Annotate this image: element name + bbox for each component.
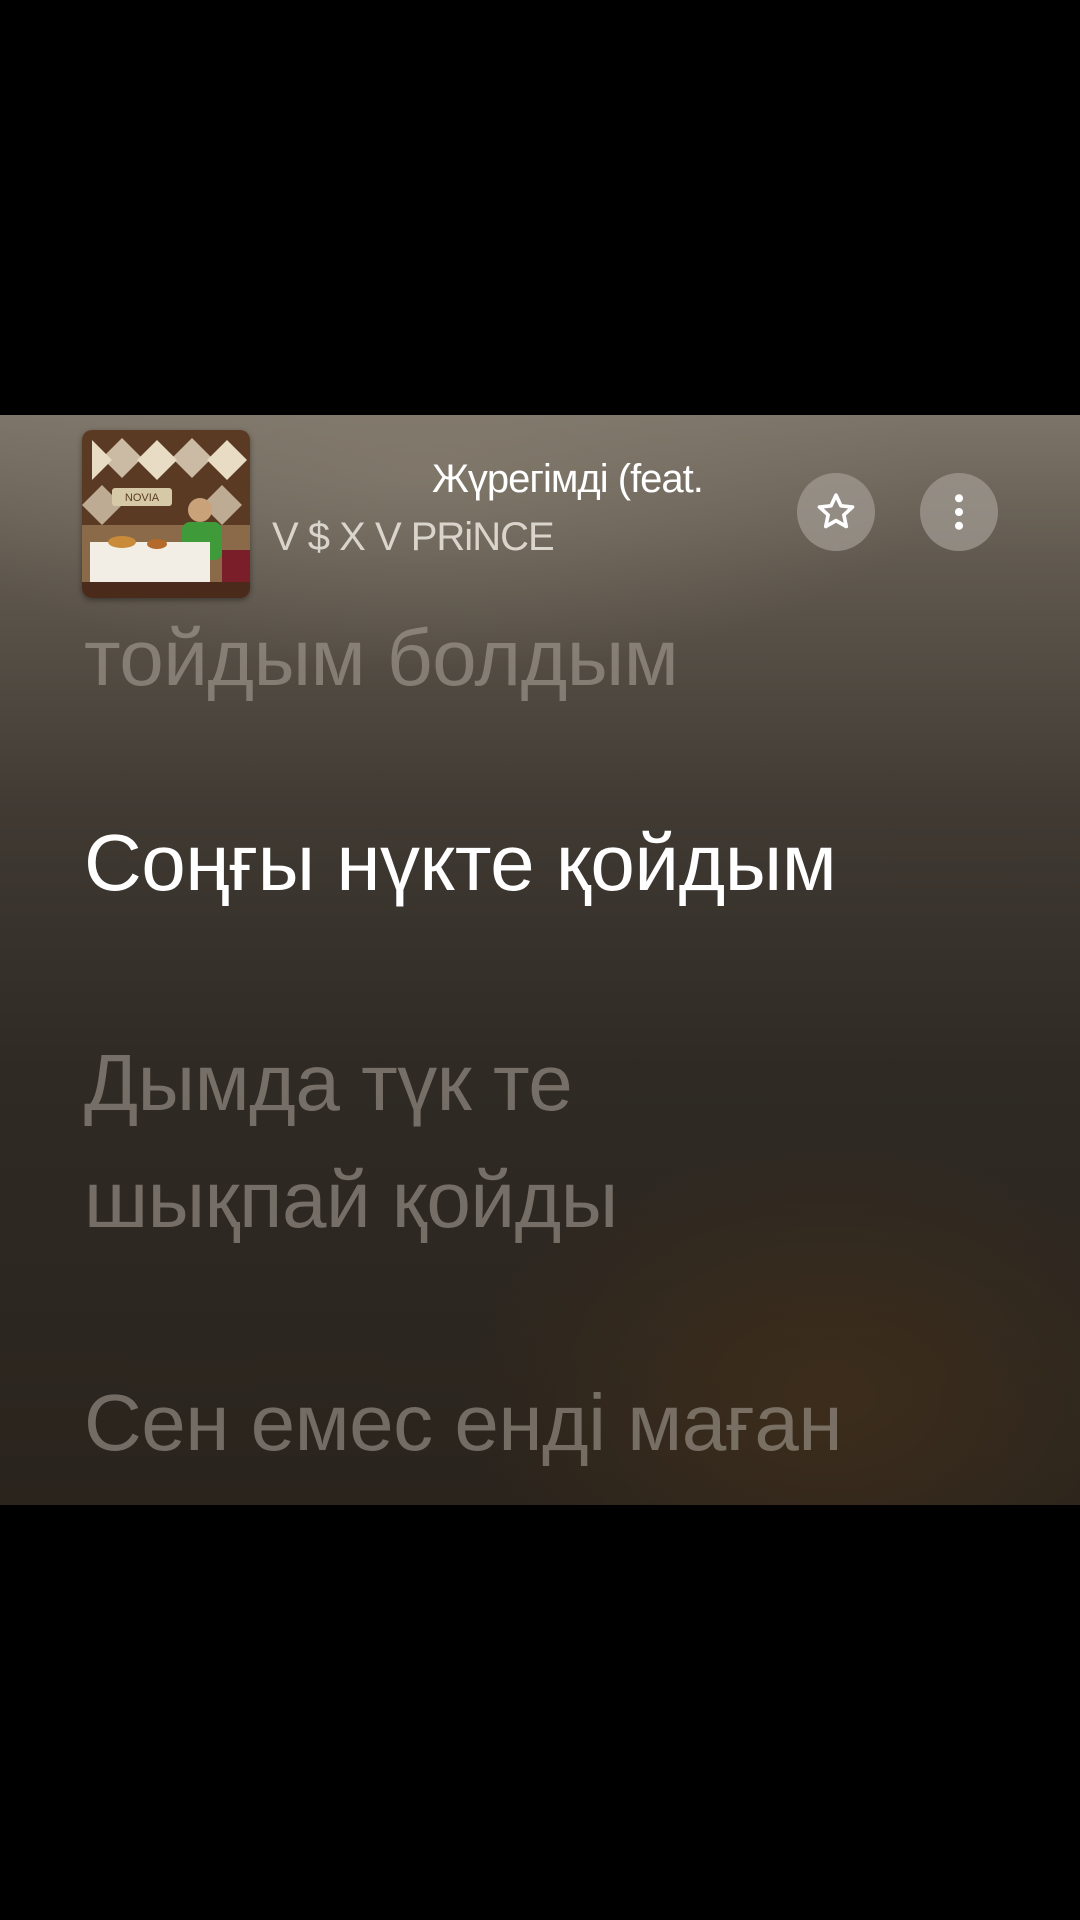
lyric-line-next-1[interactable]: Дымда түк те	[84, 1025, 573, 1141]
lyric-line-current[interactable]: Соңғы нүкте қойдым	[84, 805, 837, 921]
favorite-button[interactable]	[797, 473, 875, 551]
lyric-line-upcoming-2[interactable]: қиын	[84, 1481, 264, 1505]
artist-name[interactable]: V $ X V PRiNCE	[272, 515, 555, 560]
now-playing-header: NOVIA Жүрегімді (feat. V $ X V PRiNCE	[0, 415, 1080, 605]
song-title[interactable]: Жүрегімді (feat.	[432, 457, 704, 502]
lyric-line-previous[interactable]: тойдым болдым	[84, 600, 679, 716]
album-art-text: NOVIA	[125, 492, 160, 504]
lyrics-player: тойдым болдым Соңғы нүкте қойдым Дымда т…	[0, 415, 1080, 1505]
album-art-image: NOVIA	[82, 430, 250, 598]
album-art[interactable]: NOVIA	[82, 430, 250, 598]
lyric-line-upcoming-1[interactable]: Сен емес енді маған	[84, 1365, 843, 1481]
lyric-line-next-2[interactable]: шықпай қойды	[84, 1142, 618, 1258]
star-outline-icon	[817, 493, 855, 529]
more-vertical-icon	[954, 494, 964, 530]
more-options-button[interactable]	[920, 473, 998, 551]
screen: тойдым болдым Соңғы нүкте қойдым Дымда т…	[0, 0, 1080, 1920]
